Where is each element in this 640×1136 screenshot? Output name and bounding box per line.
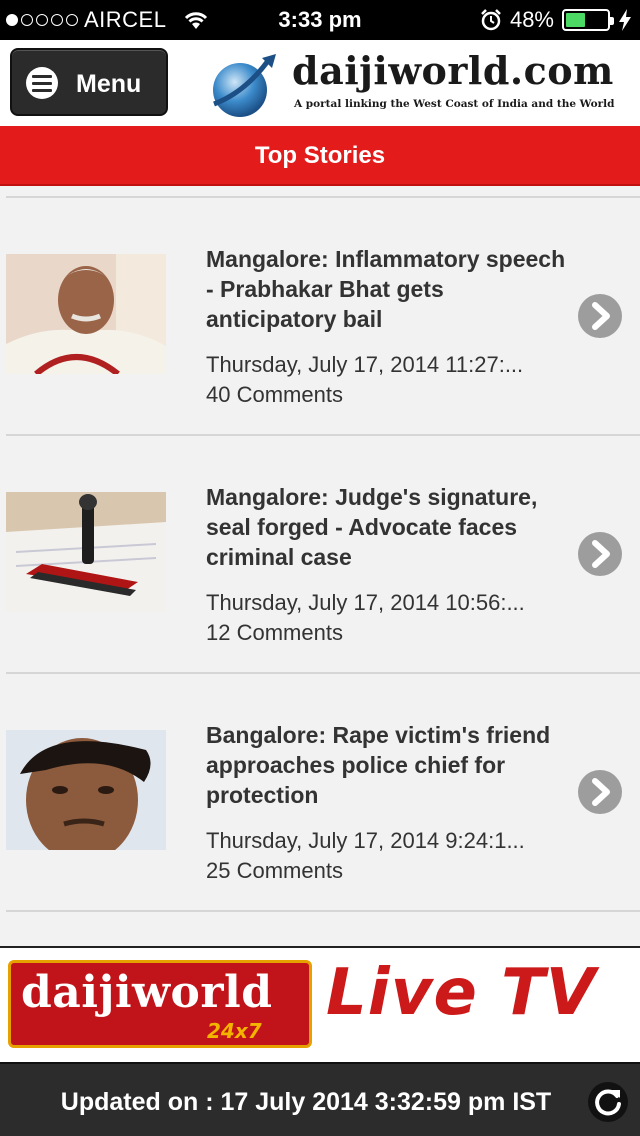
battery-percent: 48% — [509, 7, 554, 32]
live-tv-banner[interactable]: daijiworld 24x7 Live TV — [0, 946, 640, 1062]
news-date: Thursday, July 17, 2014 9:24:1... — [206, 828, 525, 853]
rubber-stamp-thumbnail — [6, 492, 166, 612]
chevron-right-icon[interactable] — [578, 294, 622, 338]
banner-logo-sub: 24x7 — [207, 1019, 262, 1043]
face-portrait-thumbnail — [6, 730, 166, 850]
menu-label: Menu — [76, 70, 142, 98]
app-header: Menu daijiworld.com A portal linking the… — [0, 40, 640, 126]
news-headline: Bangalore: Rape victim's friend approach… — [206, 722, 551, 808]
news-item[interactable]: Mangalore: Judge's signature, seal forge… — [6, 434, 640, 672]
site-logo[interactable]: daijiworld.com A portal linking the West… — [200, 42, 640, 124]
battery-icon — [562, 9, 614, 31]
footer-bar: Updated on : 17 July 2014 3:32:59 pm IST — [0, 1062, 640, 1136]
globe-logo-icon — [213, 54, 276, 117]
news-list: Mangalore: Inflammatory speech - Prabhak… — [0, 186, 640, 946]
list-divider — [6, 910, 640, 946]
section-title: Top Stories — [254, 142, 386, 169]
chevron-right-icon[interactable] — [578, 532, 622, 576]
person-portrait-thumbnail — [6, 254, 166, 374]
news-item[interactable]: Mangalore: Inflammatory speech - Prabhak… — [6, 196, 640, 434]
logo-tagline: A portal linking the West Coast of India… — [294, 98, 615, 110]
news-headline: Mangalore: Judge's signature, seal forge… — [206, 484, 538, 570]
news-headline: Mangalore: Inflammatory speech - Prabhak… — [206, 246, 566, 332]
updated-timestamp: Updated on : 17 July 2014 3:32:59 pm IST — [60, 1088, 552, 1116]
news-comments: 40 Comments — [206, 382, 343, 407]
alarm-clock-icon — [481, 9, 501, 31]
hamburger-icon — [26, 67, 58, 99]
news-comments: 25 Comments — [206, 858, 343, 883]
live-tv-label: Live TV — [326, 956, 597, 1030]
battery-fill — [566, 13, 585, 27]
chevron-right-icon[interactable] — [578, 770, 622, 814]
news-comments: 12 Comments — [206, 620, 343, 645]
refresh-button[interactable] — [588, 1082, 628, 1122]
status-bar: AIRCEL 3:33 pm 48% — [0, 0, 640, 40]
refresh-icon — [595, 1089, 621, 1116]
news-date: Thursday, July 17, 2014 10:56:... — [206, 590, 525, 615]
news-item[interactable]: Bangalore: Rape victim's friend approach… — [6, 672, 640, 910]
menu-button[interactable]: Menu — [10, 48, 168, 116]
logo-wordmark: daijiworld.com — [292, 48, 614, 93]
section-title-bar: Top Stories — [0, 126, 640, 186]
news-date: Thursday, July 17, 2014 11:27:... — [206, 352, 524, 377]
charging-bolt-icon — [619, 9, 631, 31]
banner-logo-text: daijiworld — [21, 967, 273, 1018]
daijiworld-24x7-logo: daijiworld 24x7 — [8, 960, 312, 1048]
status-right: 48% — [480, 7, 632, 33]
